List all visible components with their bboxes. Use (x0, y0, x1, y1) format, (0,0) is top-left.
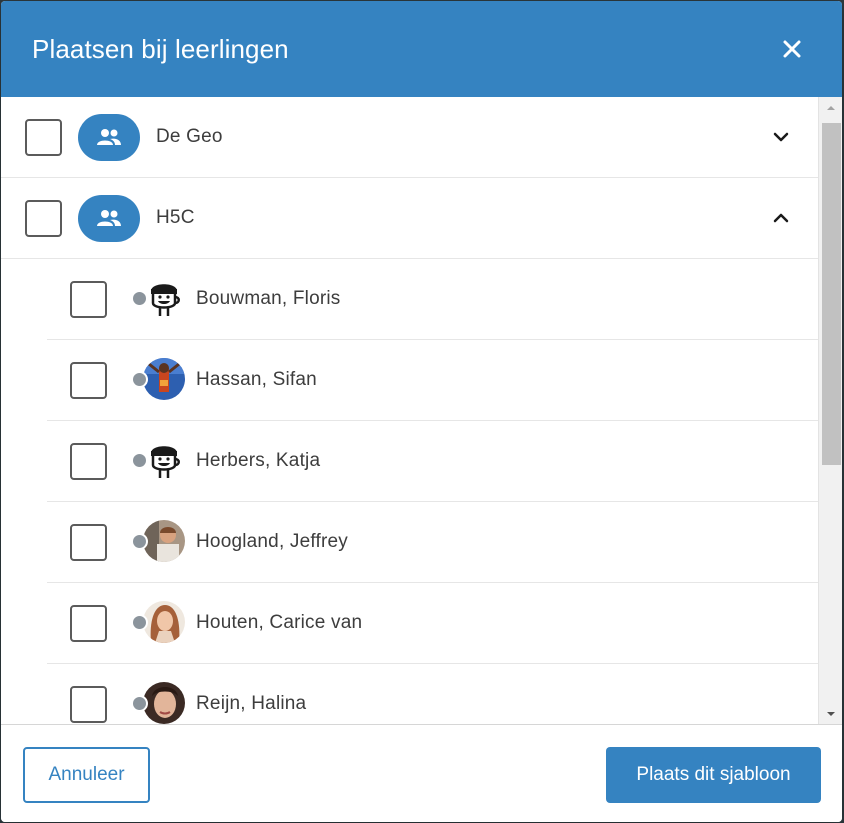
student-name: Bouwman, Floris (196, 288, 341, 309)
scroll-down-button[interactable] (819, 703, 842, 725)
expand-toggle[interactable] (770, 126, 792, 148)
close-icon (783, 40, 801, 58)
status-indicator (131, 290, 148, 307)
scroll-up-arrow-icon (827, 106, 835, 110)
status-indicator (131, 371, 148, 388)
avatar (131, 277, 187, 321)
avatar (131, 520, 187, 564)
student-checkbox[interactable] (70, 685, 107, 723)
scroll-down-arrow-icon (827, 712, 835, 716)
student-list: De Geo H5C Bouwman, Floris Hassan, Sifan… (1, 97, 818, 725)
student-name: Hassan, Sifan (196, 369, 317, 390)
avatar (131, 439, 187, 483)
cartoon-avatar-icon (143, 277, 185, 319)
group-icon-badge (78, 113, 140, 161)
student-checkbox[interactable] (70, 523, 107, 561)
group-row[interactable]: H5C (1, 178, 818, 259)
dialog-header: Plaatsen bij leerlingen (1, 1, 842, 97)
student-row[interactable]: Hoogland, Jeffrey (47, 502, 818, 583)
student-checkbox[interactable] (70, 361, 107, 399)
group-icon (97, 129, 121, 145)
student-row[interactable]: Bouwman, Floris (47, 259, 818, 340)
group-checkbox[interactable] (25, 199, 62, 237)
group-checkbox[interactable] (25, 118, 62, 156)
place-template-button[interactable]: Plaats dit sjabloon (606, 747, 821, 803)
student-row[interactable]: Hassan, Sifan (47, 340, 818, 421)
status-indicator (131, 533, 148, 550)
chevron-up-icon (773, 213, 789, 223)
student-row[interactable]: Reijn, Halina (47, 664, 818, 725)
photo-avatar-icon (143, 682, 185, 724)
avatar (131, 682, 187, 725)
photo-avatar-icon (143, 601, 185, 643)
student-row[interactable]: Herbers, Katja (47, 421, 818, 502)
scroll-up-button[interactable] (819, 97, 842, 119)
cancel-button[interactable]: Annuleer (23, 747, 150, 803)
student-checkbox[interactable] (70, 442, 107, 480)
collapse-toggle[interactable] (770, 207, 792, 229)
student-checkbox[interactable] (70, 280, 107, 318)
student-name: Hoogland, Jeffrey (196, 531, 348, 552)
photo-avatar-icon (143, 520, 185, 562)
avatar (131, 601, 187, 645)
place-with-students-dialog: Plaatsen bij leerlingen De Geo H5C Bouwm… (1, 1, 842, 822)
dialog-title: Plaatsen bij leerlingen (32, 33, 289, 64)
list-scrollbar[interactable] (818, 97, 842, 725)
student-name: Herbers, Katja (196, 450, 321, 471)
status-indicator (131, 614, 148, 631)
student-row[interactable]: Houten, Carice van (47, 583, 818, 664)
close-button[interactable] (778, 35, 806, 63)
avatar (131, 358, 187, 402)
student-name: Houten, Carice van (196, 612, 363, 633)
status-indicator (131, 452, 148, 469)
dialog-footer: Annuleer Plaats dit sjabloon (1, 724, 842, 822)
student-checkbox[interactable] (70, 604, 107, 642)
scrollbar-thumb[interactable] (822, 123, 841, 465)
photo-avatar-icon (143, 358, 185, 400)
group-row[interactable]: De Geo (1, 97, 818, 178)
group-icon (97, 210, 121, 226)
status-indicator (131, 695, 148, 712)
group-label: De Geo (156, 126, 223, 147)
student-name: Reijn, Halina (196, 693, 307, 714)
group-icon-badge (78, 194, 140, 242)
chevron-down-icon (773, 132, 789, 142)
group-label: H5C (156, 207, 195, 228)
cartoon-avatar-icon (143, 439, 185, 481)
